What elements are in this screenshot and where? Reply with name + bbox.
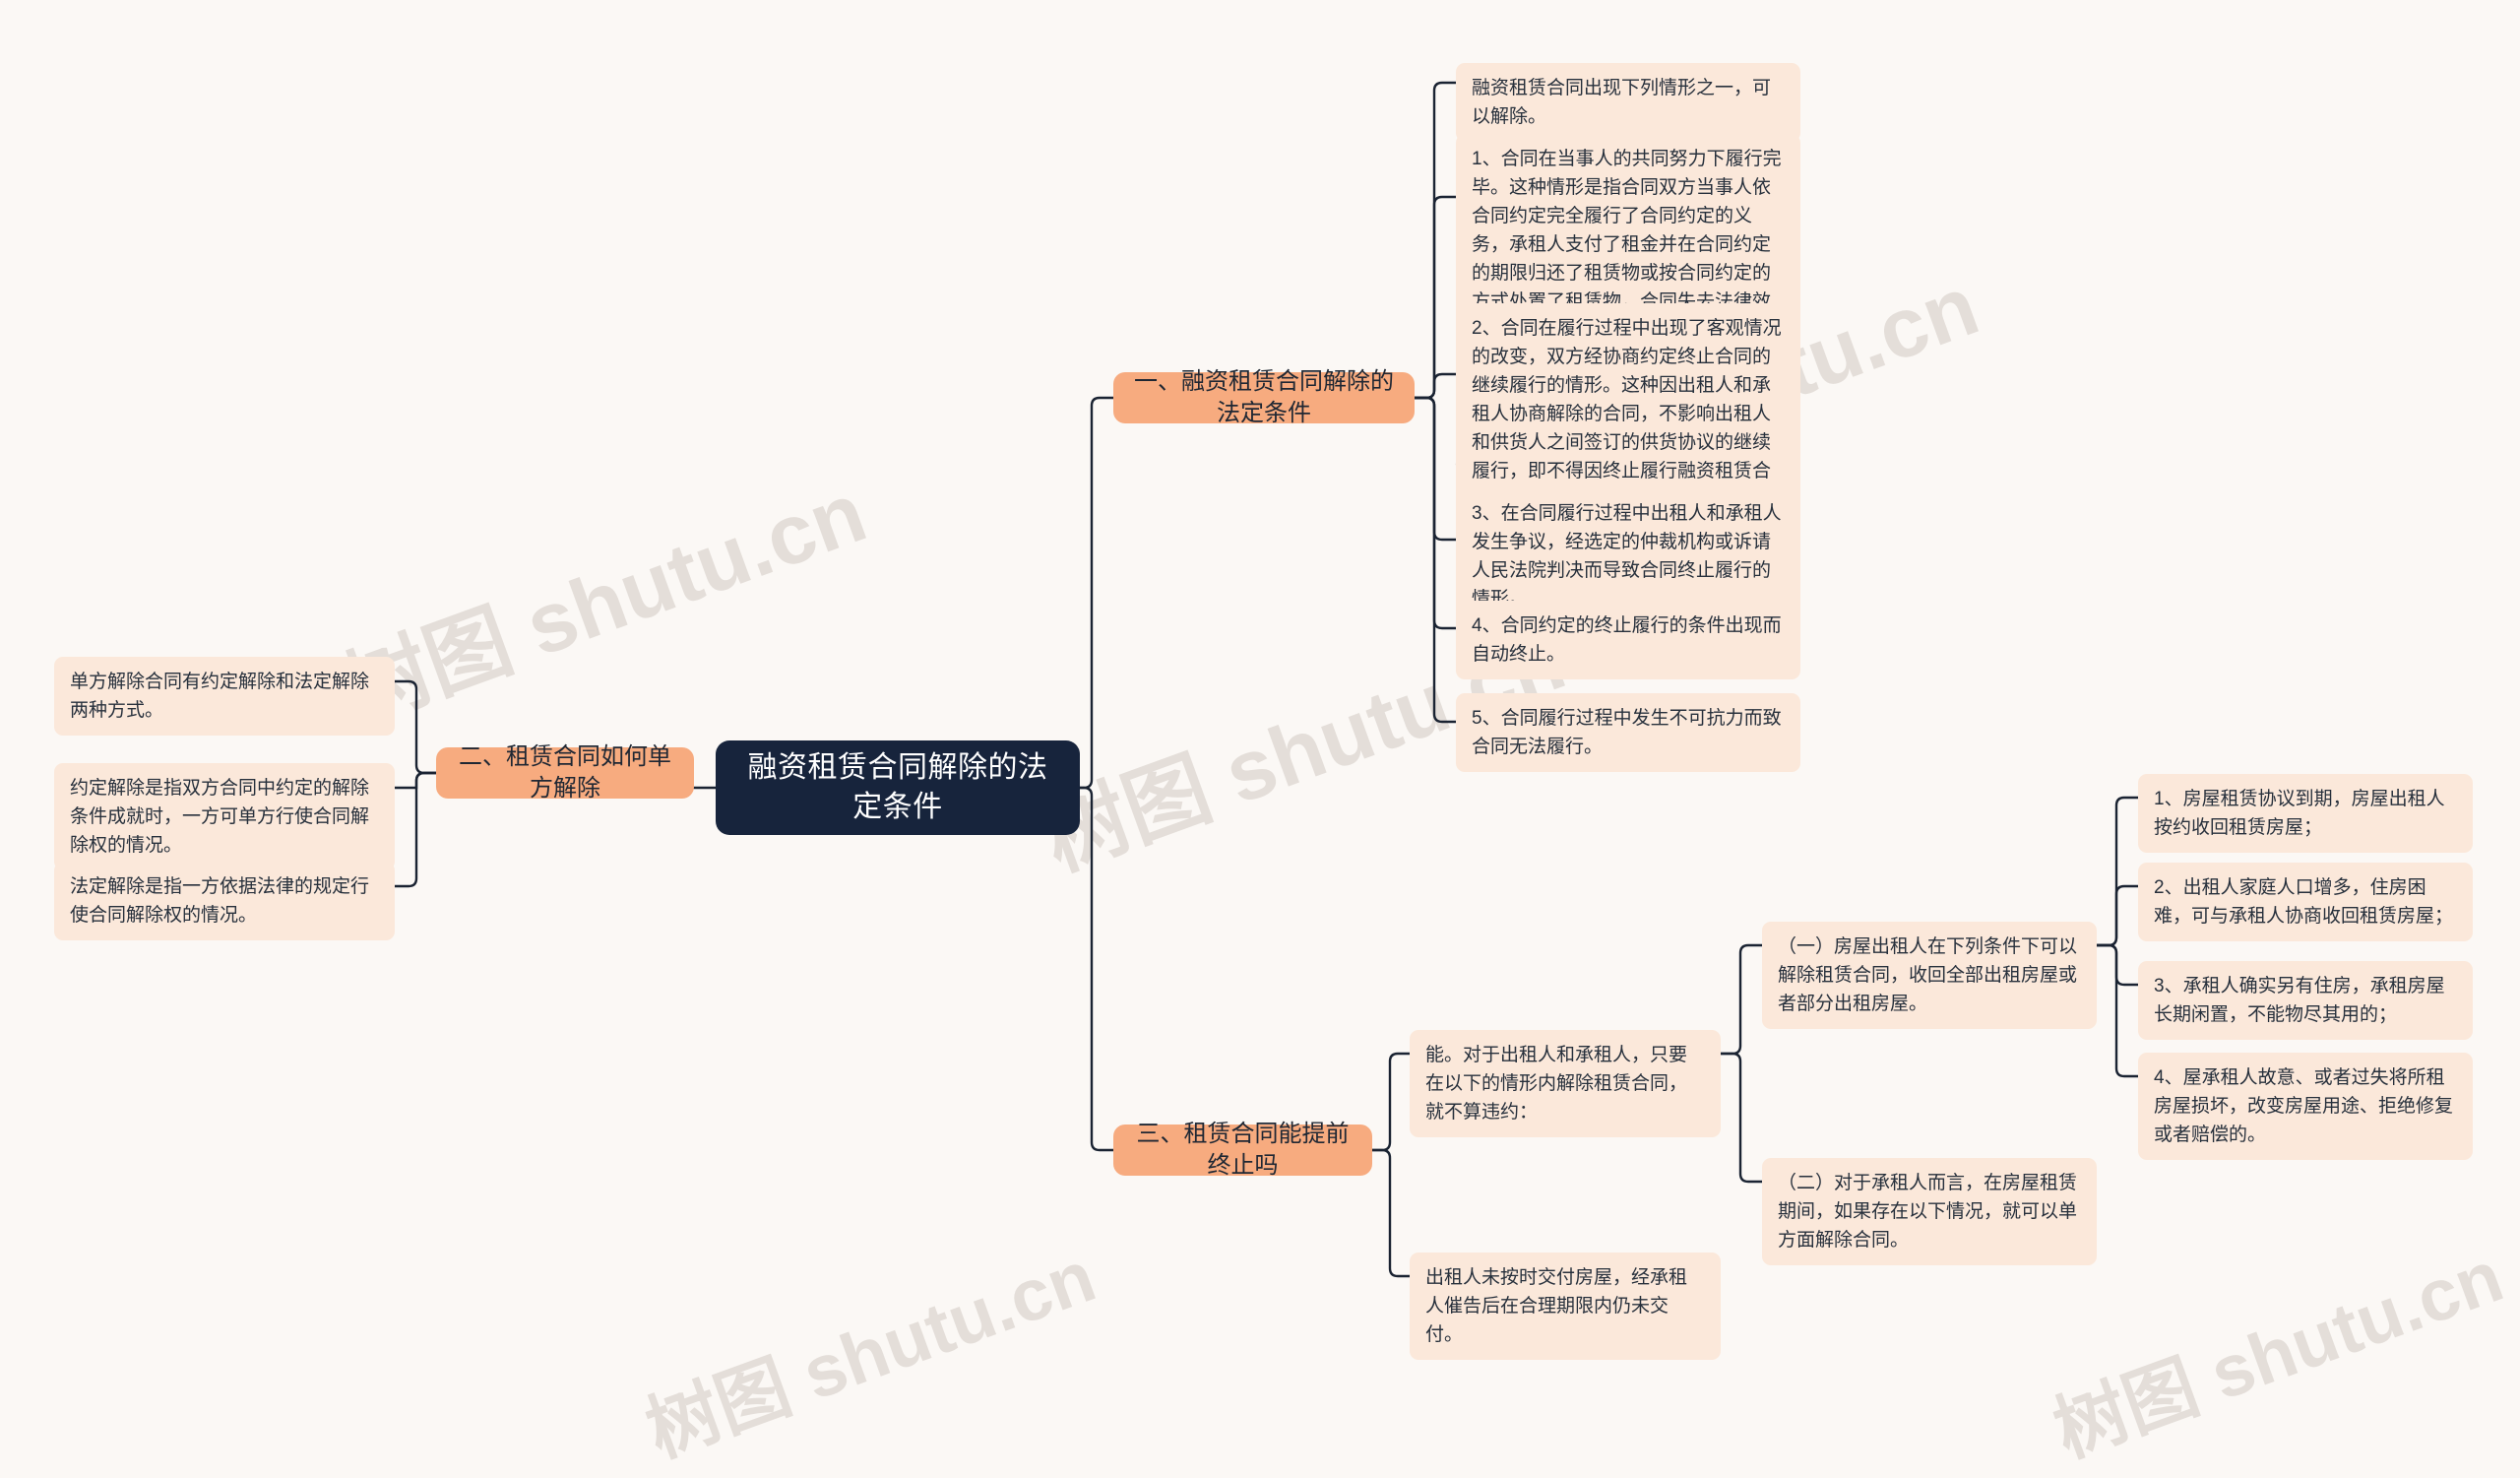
leaf-node-b3-sub-1[interactable]: （一）房屋出租人在下列条件下可以解除租赁合同，收回全部出租房屋或者部分出租房屋。 <box>1762 922 2097 1029</box>
leaf-node-b1-6[interactable]: 5、合同履行过程中发生不可抗力而致合同无法履行。 <box>1456 693 1800 772</box>
leaf-node-b3-2[interactable]: 出租人未按时交付房屋，经承租人催告后在合理期限内仍未交付。 <box>1410 1253 1721 1360</box>
branch-node-1[interactable]: 一、融资租赁合同解除的法定条件 <box>1113 368 1415 426</box>
leaf-node-b3-subsub-1[interactable]: 1、房屋租赁协议到期，房屋出租人按约收回租赁房屋； <box>2138 774 2473 853</box>
leaf-node-b3-subsub-2[interactable]: 2、出租人家庭人口增多，住房困难，可与承租人协商收回租赁房屋； <box>2138 863 2473 941</box>
watermark: 树图 shutu.cn <box>2044 1234 2513 1472</box>
leaf-node-b2-2[interactable]: 约定解除是指双方合同中约定的解除条件成就时，一方可单方行使合同解除权的情况。 <box>54 763 395 870</box>
leaf-node-b2-3[interactable]: 法定解除是指一方依据法律的规定行使合同解除权的情况。 <box>54 862 395 940</box>
leaf-node-b3-subsub-4[interactable]: 4、屋承租人故意、或者过失将所租房屋损坏，改变房屋用途、拒绝修复或者赔偿的。 <box>2138 1053 2473 1160</box>
leaf-node-b1-5[interactable]: 4、合同约定的终止履行的条件出现而自动终止。 <box>1456 601 1800 679</box>
leaf-node-b3-1[interactable]: 能。对于出租人和承租人，只要在以下的情形内解除租赁合同，就不算违约： <box>1410 1030 1721 1137</box>
branch-node-3[interactable]: 三、租赁合同能提前终止吗 <box>1113 1121 1372 1179</box>
watermark: 树图 shutu.cn <box>332 465 878 740</box>
watermark: 树图 shutu.cn <box>636 1234 1105 1472</box>
leaf-node-b3-subsub-3[interactable]: 3、承租人确实另有住房，承租房屋长期闲置，不能物尽其用的； <box>2138 961 2473 1040</box>
branch-node-2[interactable]: 二、租赁合同如何单方解除 <box>436 743 694 802</box>
root-node[interactable]: 融资租赁合同解除的法定条件 <box>716 740 1080 835</box>
leaf-node-b2-1[interactable]: 单方解除合同有约定解除和法定解除两种方式。 <box>54 657 395 736</box>
mindmap-canvas: 树图 shutu.cn 树图 shutu.cn 树图 shutu.cn 树图 s… <box>0 0 2520 1472</box>
leaf-node-b1-1[interactable]: 融资租赁合同出现下列情形之一，可以解除。 <box>1456 63 1800 142</box>
leaf-node-b3-sub-2[interactable]: （二）对于承租人而言，在房屋租赁期间，如果存在以下情况，就可以单方面解除合同。 <box>1762 1158 2097 1265</box>
